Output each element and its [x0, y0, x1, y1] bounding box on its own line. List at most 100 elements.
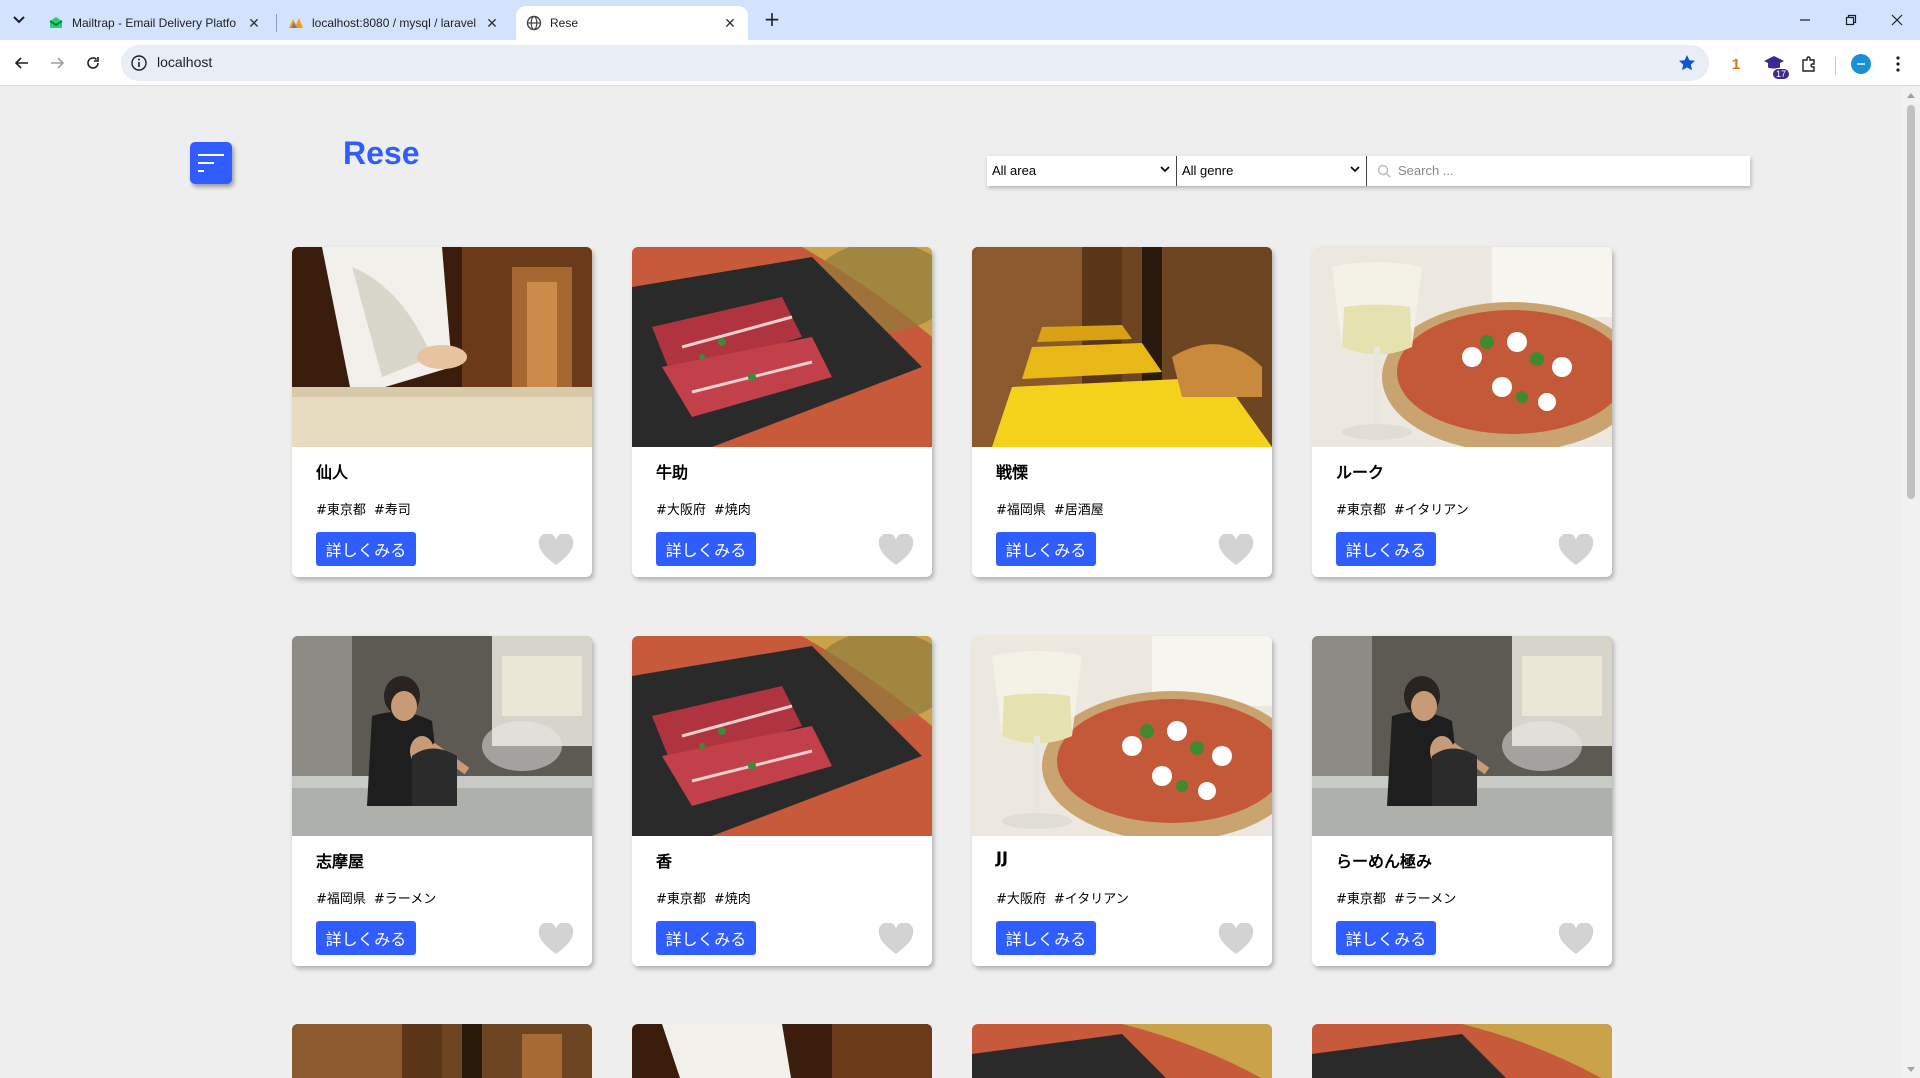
favorite-heart-icon[interactable]: [878, 923, 914, 955]
profile-button[interactable]: [1849, 52, 1873, 76]
restore-icon: [1845, 14, 1857, 26]
detail-button[interactable]: 詳しくみる: [996, 921, 1096, 955]
arrow-right-icon: [51, 57, 65, 69]
hamburger-menu-button[interactable]: [190, 142, 232, 184]
shop-name: 香: [656, 852, 673, 871]
shop-card: 牛助 #大阪府 #焼肉 詳しくみる: [632, 247, 932, 577]
page-viewport: Rese All area All genre Search ... 仙人 #東…: [0, 87, 1902, 1078]
sushi-chef-photo: [632, 1024, 932, 1078]
menu-line: [198, 154, 224, 156]
menu-line: [198, 162, 214, 164]
notification-count-badge: 17: [1771, 68, 1790, 80]
back-button[interactable]: [8, 49, 36, 77]
shop-tags: #東京都 #寿司: [316, 499, 419, 518]
globe-icon: [526, 15, 542, 31]
shop-name: 仙人: [316, 463, 349, 482]
forward-button[interactable]: [43, 49, 71, 77]
shop-card-partial: [632, 1024, 932, 1078]
detail-button[interactable]: 詳しくみる: [996, 532, 1096, 566]
detail-button[interactable]: 詳しくみる: [656, 921, 756, 955]
shop-card: 仙人 #東京都 #寿司 詳しくみる: [292, 247, 592, 577]
extensions-button[interactable]: [1797, 52, 1821, 76]
area-tag: #大阪府: [996, 892, 1046, 907]
shop-card: JJ #大阪府 #イタリアン 詳しくみる: [972, 636, 1272, 966]
genre-tag: #居酒屋: [1053, 503, 1104, 518]
area-tag: #東京都: [1336, 892, 1386, 907]
search-icon: [1377, 164, 1391, 178]
phpmyadmin-icon: [288, 15, 304, 31]
reload-button[interactable]: [79, 49, 107, 77]
browser-menu-button[interactable]: [1886, 52, 1910, 76]
url-text: localhost: [157, 54, 213, 70]
ramen-kitchen-photo: [292, 636, 592, 836]
genre-tag: #ラーメン: [373, 892, 437, 907]
close-icon[interactable]: ✕: [246, 15, 262, 31]
close-icon[interactable]: ✕: [722, 15, 738, 31]
pizza-wine-photo: [1312, 247, 1612, 447]
shop-tags: #東京都 #焼肉: [656, 888, 759, 907]
area-tag: #福岡県: [996, 503, 1046, 518]
scrollbar-thumb[interactable]: [1907, 105, 1915, 499]
tab-title: Rese: [550, 16, 579, 30]
browser-toolbar: localhost 1 17: [0, 40, 1920, 86]
favorite-heart-icon[interactable]: [538, 923, 574, 955]
favorite-heart-icon[interactable]: [878, 534, 914, 566]
area-select[interactable]: All area: [987, 156, 1177, 186]
shop-tags: #大阪府 #イタリアン: [996, 888, 1137, 907]
genre-tag: #寿司: [373, 503, 411, 518]
page-scrollbar[interactable]: [1902, 87, 1920, 1078]
close-icon[interactable]: ✕: [484, 15, 500, 31]
bookmark-star-icon[interactable]: [1677, 53, 1697, 73]
puzzle-icon: [1802, 56, 1815, 72]
yakiniku-beef-photo: [632, 247, 932, 447]
shop-tags: #福岡県 #ラーメン: [316, 888, 444, 907]
detail-button[interactable]: 詳しくみる: [1336, 921, 1436, 955]
extension-badge[interactable]: 1: [1724, 52, 1748, 76]
detail-button[interactable]: 詳しくみる: [316, 921, 416, 955]
window-close-button[interactable]: [1874, 0, 1920, 40]
restore-button[interactable]: [1828, 0, 1874, 40]
shop-card-partial: [1312, 1024, 1612, 1078]
detail-button[interactable]: 詳しくみる: [656, 532, 756, 566]
shop-name: ルーク: [1336, 463, 1385, 482]
scroll-down-arrow[interactable]: [1907, 1067, 1915, 1072]
reload-icon: [87, 57, 99, 69]
genre-select[interactable]: All genre: [1177, 156, 1367, 186]
tab-phpmyadmin[interactable]: localhost:8080 / mysql / laravel ✕: [278, 6, 510, 40]
favorite-heart-icon[interactable]: [1218, 923, 1254, 955]
new-tab-button[interactable]: +: [758, 8, 786, 32]
shop-tags: #大阪府 #焼肉: [656, 499, 759, 518]
notification-extension[interactable]: 17: [1762, 52, 1790, 80]
tab-mailtrap[interactable]: Mailtrap - Email Delivery Platfo ✕: [38, 6, 272, 40]
genre-select-value: All genre: [1182, 163, 1234, 178]
favorite-heart-icon[interactable]: [1558, 923, 1594, 955]
favorite-heart-icon[interactable]: [1558, 534, 1594, 566]
shop-name: 戦慄: [996, 463, 1029, 482]
detail-button[interactable]: 詳しくみる: [316, 532, 416, 566]
minimize-button[interactable]: [1782, 0, 1828, 40]
scroll-up-arrow[interactable]: [1907, 93, 1915, 98]
site-info-icon[interactable]: [130, 54, 148, 72]
tab-strip: Mailtrap - Email Delivery Platfo ✕ local…: [0, 0, 1920, 40]
search-input[interactable]: Search ...: [1367, 156, 1750, 186]
address-bar[interactable]: localhost: [121, 45, 1709, 81]
sushi-chef-photo: [292, 247, 592, 447]
genre-tag: #焼肉: [713, 503, 751, 518]
search-placeholder: Search ...: [1398, 163, 1454, 178]
favorite-heart-icon[interactable]: [1218, 534, 1254, 566]
shop-name: JJ: [996, 848, 1008, 867]
area-tag: #東京都: [656, 892, 706, 907]
shop-card: ルーク #東京都 #イタリアン 詳しくみる: [1312, 247, 1612, 577]
page-title: Rese: [343, 135, 420, 171]
shop-filter-bar: All area All genre Search ...: [987, 156, 1750, 186]
shop-name: 志摩屋: [316, 852, 365, 871]
chevron-down-icon: [13, 16, 25, 24]
shop-card: 戦慄 #福岡県 #居酒屋 詳しくみる: [972, 247, 1272, 577]
toolbar-divider: [1835, 57, 1836, 75]
tab-rese[interactable]: Rese ✕: [516, 6, 748, 40]
favorite-heart-icon[interactable]: [538, 534, 574, 566]
area-tag: #東京都: [1336, 503, 1386, 518]
tab-search-button[interactable]: [8, 9, 30, 31]
detail-button[interactable]: 詳しくみる: [1336, 532, 1436, 566]
pizza-wine-photo: [972, 636, 1272, 836]
